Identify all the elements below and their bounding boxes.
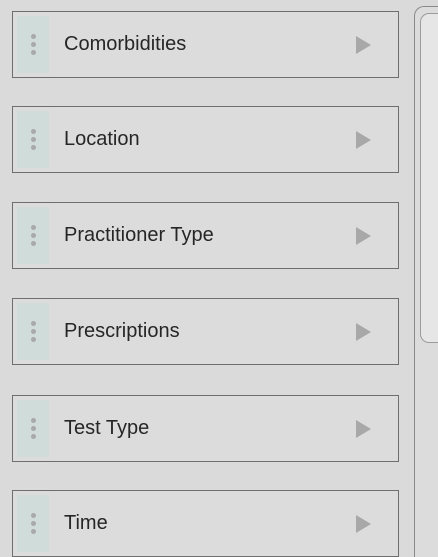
filter-panel: Comorbidities Location Practitioner Type… (0, 0, 438, 557)
filter-item-comorbidities[interactable]: Comorbidities (12, 11, 399, 78)
chevron-right-icon[interactable] (356, 130, 371, 149)
filter-item-test-type[interactable]: Test Type (12, 395, 399, 462)
drag-handle-icon[interactable] (17, 495, 49, 552)
filter-item-label: Comorbidities (64, 33, 187, 55)
chevron-right-icon[interactable] (356, 514, 371, 533)
filter-item-label: Time (64, 512, 108, 534)
drag-handle-icon[interactable] (17, 303, 49, 360)
filter-item-prescriptions[interactable]: Prescriptions (12, 298, 399, 365)
drag-handle-icon[interactable] (17, 111, 49, 168)
filter-item-label: Test Type (64, 417, 150, 439)
filter-item-time[interactable]: Time (12, 490, 399, 557)
chevron-right-icon[interactable] (356, 419, 371, 438)
drag-handle-icon[interactable] (17, 207, 49, 264)
drag-handle-icon[interactable] (17, 16, 49, 73)
filter-item-label: Location (64, 128, 140, 150)
chevron-right-icon[interactable] (356, 226, 371, 245)
scrollbar-thumb[interactable] (420, 13, 438, 343)
chevron-right-icon[interactable] (356, 35, 371, 54)
chevron-right-icon[interactable] (356, 322, 371, 341)
drag-handle-icon[interactable] (17, 400, 49, 457)
filter-item-label: Prescriptions (64, 320, 180, 342)
filter-item-location[interactable]: Location (12, 106, 399, 173)
filter-item-practitioner-type[interactable]: Practitioner Type (12, 202, 399, 269)
filter-item-label: Practitioner Type (64, 224, 214, 246)
